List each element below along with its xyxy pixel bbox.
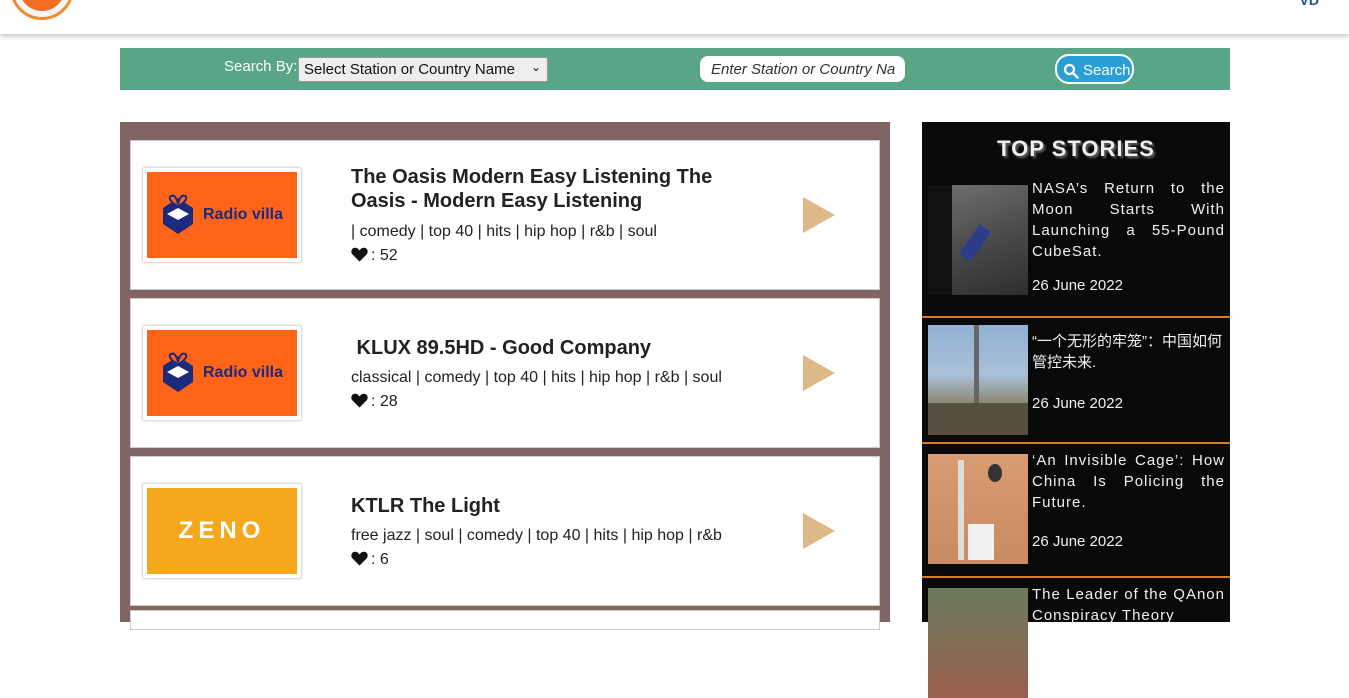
radio-villa-logo: Radio villa [147,172,297,258]
heart-icon[interactable] [351,551,368,566]
station-likes: : 28 [351,393,398,411]
station-card[interactable]: Radio villa KLUX 89.5HD - Good Company c… [130,298,880,448]
story-headline[interactable]: NASA’s Return to the Moon Starts With La… [1032,178,1225,262]
search-type-select-value: Select Station or Country Name [304,61,515,78]
story-image[interactable] [928,325,1028,435]
story-date: 26 June 2022 [1032,395,1123,412]
story-date: 26 June 2022 [1032,277,1123,294]
top-stories-panel: TOP STORIES NASA’s Return to the Moon St… [922,122,1230,698]
story-image[interactable] [928,588,1028,698]
station-card[interactable]: ZENO KTLR The Light free jazz | soul | c… [130,456,880,606]
station-logo[interactable]: Radio villa [142,167,302,263]
search-by-label: Search By: [224,58,298,75]
station-title[interactable]: KTLR The Light [351,494,771,518]
station-likes-count: : 52 [371,247,398,264]
station-title[interactable]: The Oasis Modern Easy Listening The Oasi… [351,165,771,213]
story-headline[interactable]: The Leader of the QAnon Conspiracy Theor… [1032,584,1225,626]
station-logo-text: Radio villa [202,364,284,381]
station-card[interactable] [130,610,880,630]
logo-mark [19,0,65,11]
search-button-label: Search [1083,62,1131,79]
station-likes-count: : 6 [371,551,389,568]
search-bar: Search By: Select Station or Country Nam… [120,48,1230,90]
play-icon[interactable] [799,353,839,393]
station-likes-count: : 28 [371,393,398,410]
site-logo[interactable] [10,0,74,20]
search-button[interactable]: Search [1055,54,1134,84]
story-item[interactable]: The Leader of the QAnon Conspiracy Theor… [922,578,1230,698]
play-icon[interactable] [799,195,839,235]
story-image[interactable] [928,454,1028,564]
story-item[interactable]: ‘An Invisible Cage’: How China Is Polici… [922,444,1230,578]
station-logo[interactable]: ZENO [142,483,302,579]
search-icon [1063,63,1079,79]
station-logo[interactable]: Radio villa [142,325,302,421]
station-list: Radio villa The Oasis Modern Easy Listen… [120,122,890,630]
heart-icon[interactable] [351,247,368,262]
site-header: VD [0,0,1349,34]
station-likes: : 6 [351,551,389,569]
station-logo-text: ZENO [178,517,266,544]
station-tags: | comedy | top 40 | hits | hip hop | r&b… [351,223,657,240]
story-date: 26 June 2022 [1032,533,1123,550]
station-tags: classical | comedy | top 40 | hits | hip… [351,369,722,386]
story-item[interactable]: “一个无形的牢笼”：中国如何管控未来. 26 June 2022 [922,320,1230,444]
zeno-logo: ZENO [147,488,297,574]
radio-villa-mark-icon [162,194,193,234]
station-likes: : 52 [351,247,398,265]
heart-icon[interactable] [351,393,368,408]
radio-villa-logo: Radio villa [147,330,297,416]
station-title[interactable]: KLUX 89.5HD - Good Company [351,336,771,360]
story-image[interactable] [928,185,1028,295]
station-tags: free jazz | soul | comedy | top 40 | hit… [351,527,722,544]
story-item[interactable]: NASA’s Return to the Moon Starts With La… [922,178,1230,318]
top-stories-title: TOP STORIES [997,136,1155,161]
chevron-down-icon: ⌄ [530,60,541,74]
search-type-select[interactable]: Select Station or Country Name ⌄ [298,57,548,82]
station-card[interactable]: Radio villa The Oasis Modern Easy Listen… [130,140,880,290]
search-input[interactable]: Enter Station or Country Na [700,56,905,82]
story-headline[interactable]: “一个无形的牢笼”：中国如何管控未来. [1032,331,1225,373]
header-corner-text[interactable]: VD [1300,0,1319,8]
radio-villa-mark-icon [162,352,193,392]
station-logo-text: Radio villa [202,206,284,223]
story-headline[interactable]: ‘An Invisible Cage’: How China Is Polici… [1032,450,1225,513]
play-icon[interactable] [799,511,839,551]
